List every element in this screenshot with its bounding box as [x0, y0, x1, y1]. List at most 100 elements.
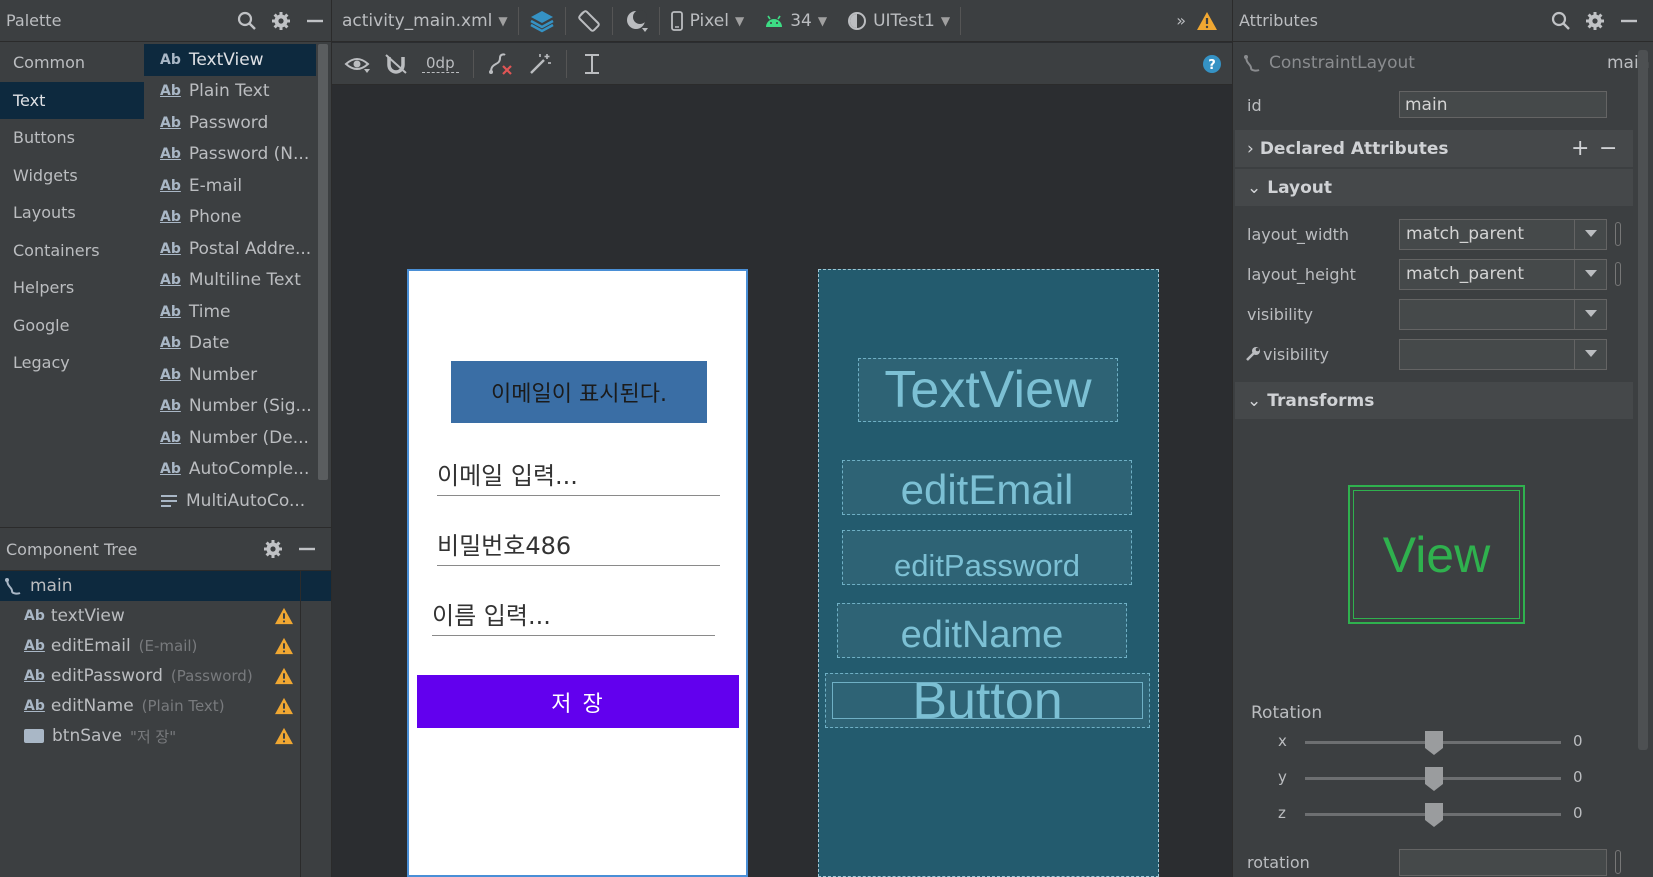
palette-category-helpers[interactable]: Helpers — [0, 269, 144, 307]
warning-icon[interactable] — [1196, 11, 1218, 31]
chevron-down-icon: ⌄ — [1247, 177, 1262, 198]
palette-widget[interactable]: Ab Multiline Text — [144, 265, 316, 297]
tree-item-editPassword[interactable]: Ab editPassword (Password) — [0, 661, 331, 691]
preview-save-button[interactable]: 저 장 — [417, 675, 739, 728]
blueprint-textview[interactable]: TextView — [858, 358, 1118, 422]
gear-icon[interactable] — [263, 539, 283, 559]
minimize-icon[interactable] — [305, 11, 325, 31]
tree-item-btnSave[interactable]: btnSave "저 장" — [0, 721, 331, 751]
warning-icon[interactable] — [274, 637, 294, 655]
palette-category-containers[interactable]: Containers — [0, 232, 144, 270]
preview-textview[interactable]: 이메일이 표시된다. — [451, 361, 707, 423]
palette-widget[interactable]: Ab Time — [144, 296, 316, 328]
warning-icon[interactable] — [274, 697, 294, 715]
text-widget-icon: Ab — [160, 429, 181, 446]
toolbar-divider — [565, 49, 567, 78]
tree-item-root[interactable]: main — [0, 571, 331, 601]
tree-item-editEmail[interactable]: Ab editEmail (E-mail) — [0, 631, 331, 661]
layout-width-select[interactable]: match_parent — [1399, 218, 1607, 250]
blueprint-view[interactable]: TextView editEmail editPassword editName… — [818, 269, 1159, 877]
dropdown-arrow-icon[interactable] — [1574, 219, 1606, 249]
design-surface-button[interactable] — [519, 0, 565, 42]
palette-widget[interactable]: Ab Phone — [144, 202, 316, 234]
blueprint-name[interactable]: editName — [837, 603, 1127, 658]
slider-thumb-icon[interactable] — [1424, 802, 1444, 828]
minimize-icon[interactable] — [297, 539, 317, 559]
palette-category-widgets[interactable]: Widgets — [0, 157, 144, 195]
file-selector[interactable]: activity_main.xml ▼ — [332, 0, 518, 42]
palette-widget[interactable]: Ab E-mail — [144, 170, 316, 202]
eye-icon[interactable] — [344, 54, 370, 74]
resource-picker-button[interactable] — [1615, 222, 1621, 246]
preview-name-input[interactable]: 이름 입력... — [432, 586, 715, 636]
visibility-select[interactable] — [1399, 298, 1607, 330]
preview-email-input[interactable]: 이메일 입력... — [437, 446, 720, 496]
default-margin-button[interactable]: 0dp — [422, 54, 459, 73]
attributes-scrollbar[interactable] — [1638, 50, 1648, 750]
slider-thumb-icon[interactable] — [1424, 730, 1444, 756]
palette-widget[interactable]: Ab Plain Text — [144, 76, 316, 108]
warning-icon[interactable] — [274, 607, 294, 625]
palette-widget[interactable]: Ab Number (De... — [144, 422, 316, 454]
text-widget-icon: Ab — [160, 398, 181, 415]
resource-picker-button[interactable] — [1615, 850, 1621, 874]
declared-attributes-section[interactable]: › Declared Attributes + − — [1235, 130, 1633, 167]
palette-category-google[interactable]: Google — [0, 307, 144, 345]
layout-section[interactable]: ⌄ Layout — [1235, 169, 1633, 206]
rotation-field[interactable] — [1399, 849, 1607, 876]
tools-visibility-select[interactable] — [1399, 338, 1607, 370]
palette-widget[interactable]: MultiAutoCo... — [144, 485, 316, 517]
device-selector[interactable]: Pixel ▼ — [660, 0, 755, 42]
guidelines-icon[interactable] — [581, 52, 603, 76]
theme-selector[interactable]: UITest1 ▼ — [837, 0, 960, 42]
preview-password-input[interactable]: 비밀번호486 — [437, 516, 720, 566]
dropdown-arrow-icon[interactable] — [1574, 259, 1606, 289]
gear-icon[interactable] — [271, 11, 291, 31]
add-attribute-icon[interactable]: + — [1571, 136, 1589, 161]
blueprint-password[interactable]: editPassword — [842, 530, 1132, 585]
transforms-section[interactable]: ⌄ Transforms — [1235, 382, 1633, 419]
infer-constraints-icon[interactable] — [528, 52, 552, 76]
overflow-button[interactable]: » — [1166, 0, 1196, 42]
palette-widget[interactable]: Ab AutoComple... — [144, 454, 316, 486]
clear-constraints-icon[interactable] — [488, 52, 514, 76]
search-icon[interactable] — [1551, 11, 1571, 31]
palette-widget[interactable]: Ab Password — [144, 107, 316, 139]
palette-category-buttons[interactable]: Buttons — [0, 119, 144, 157]
remove-attribute-icon[interactable]: − — [1599, 136, 1617, 161]
tree-item-editName[interactable]: Ab editName (Plain Text) — [0, 691, 331, 721]
night-mode-button[interactable] — [613, 0, 659, 42]
slider-thumb-icon[interactable] — [1424, 766, 1444, 792]
dropdown-arrow-icon[interactable] — [1574, 299, 1606, 329]
file-name: activity_main.xml — [342, 10, 493, 31]
chevron-right-icon: › — [1247, 138, 1254, 159]
palette-category-layouts[interactable]: Layouts — [0, 194, 144, 232]
text-widget-icon: Ab — [160, 209, 181, 226]
palette-widget[interactable]: Ab Password (N... — [144, 139, 316, 171]
palette-widget[interactable]: Ab TextView — [144, 44, 316, 76]
orientation-button[interactable] — [566, 0, 612, 42]
warning-icon[interactable] — [274, 727, 294, 745]
palette-widget[interactable]: Ab Postal Addre... — [144, 233, 316, 265]
palette-widget[interactable]: Ab Number (Sig... — [144, 391, 316, 423]
search-icon[interactable] — [237, 11, 257, 31]
magnet-off-icon[interactable] — [384, 53, 408, 75]
gear-icon[interactable] — [1585, 11, 1605, 31]
blueprint-email[interactable]: editEmail — [842, 460, 1132, 515]
help-icon[interactable]: ? — [1202, 54, 1222, 74]
warning-icon[interactable] — [274, 667, 294, 685]
minimize-icon[interactable] — [1619, 11, 1639, 31]
tree-item-textView[interactable]: Ab textView — [0, 601, 331, 631]
palette-category-common[interactable]: Common — [0, 44, 144, 82]
palette-widget[interactable]: Ab Number — [144, 359, 316, 391]
palette-category-legacy[interactable]: Legacy — [0, 344, 144, 382]
layout-height-select[interactable]: match_parent — [1399, 258, 1607, 290]
palette-scrollbar[interactable] — [318, 44, 328, 480]
resource-picker-button[interactable] — [1615, 262, 1621, 286]
api-selector[interactable]: 34 ▼ — [754, 0, 837, 42]
design-preview[interactable]: 이메일이 표시된다. 이메일 입력... 비밀번호486 이름 입력... 저 … — [407, 269, 748, 877]
palette-category-text[interactable]: Text — [0, 81, 144, 119]
dropdown-arrow-icon[interactable] — [1574, 339, 1606, 369]
id-field[interactable]: main — [1399, 91, 1607, 118]
palette-widget[interactable]: Ab Date — [144, 328, 316, 360]
